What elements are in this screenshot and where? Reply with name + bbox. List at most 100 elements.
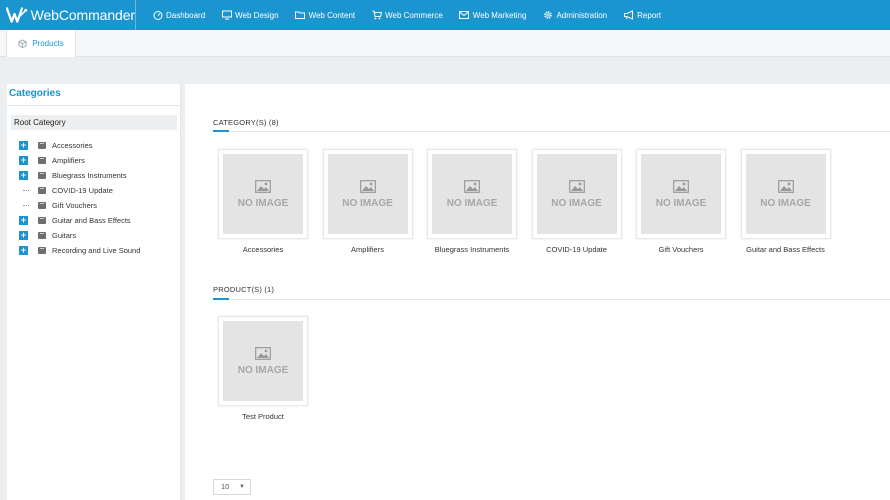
no-image-placeholder: NO IMAGE xyxy=(223,154,303,234)
nav-item-label: Web Content xyxy=(308,10,356,20)
nav-item-web-commerce[interactable]: Web Commerce xyxy=(371,10,443,20)
folder-icon xyxy=(38,217,46,224)
categories-panel: Categories Root Category + Accessories +… xyxy=(7,84,181,500)
nav-item-report[interactable]: Report xyxy=(623,10,661,20)
category-card[interactable]: NO IMAGE COVID-19 Update xyxy=(531,149,622,254)
card-label[interactable]: Bluegrass Instruments xyxy=(435,245,510,254)
expand-icon[interactable]: + xyxy=(19,156,28,165)
tree-item-guitar-and-bass-effects[interactable]: + Guitar and Bass Effects xyxy=(19,213,140,228)
categories-heading: CATEGORY(S) (8) xyxy=(213,118,279,127)
tree-item-label: Bluegrass Instruments xyxy=(52,171,127,180)
no-image-text: NO IMAGE xyxy=(446,197,498,209)
tree-item-label: Guitar and Bass Effects xyxy=(52,216,131,225)
main-content: CATEGORY(S) (8) NO IMAGE Accessories NO … xyxy=(185,84,890,500)
nav-item-administration[interactable]: Administration xyxy=(542,10,607,20)
image-icon xyxy=(777,179,794,193)
tree-item-accessories[interactable]: + Accessories xyxy=(19,138,140,153)
card-thumbnail[interactable]: NO IMAGE xyxy=(531,149,622,239)
image-icon xyxy=(359,179,376,193)
expand-icon[interactable]: + xyxy=(19,231,28,240)
card-label[interactable]: Test Product xyxy=(242,412,284,421)
folder-icon xyxy=(38,187,46,194)
category-card[interactable]: NO IMAGE Bluegrass Instruments xyxy=(427,149,517,254)
folder-icon xyxy=(38,247,46,254)
root-category[interactable]: Root Category xyxy=(11,115,177,130)
nav-item-label: Dashboard xyxy=(166,10,206,20)
mail-icon xyxy=(459,10,470,20)
nav-item-web-marketing[interactable]: Web Marketing xyxy=(459,10,526,20)
nav-item-web-design[interactable]: Web Design xyxy=(221,10,279,20)
category-card[interactable]: NO IMAGE Gift Vouchers xyxy=(636,149,726,254)
card-label[interactable]: Gift Vouchers xyxy=(658,245,703,254)
card-label[interactable]: Accessories xyxy=(243,245,283,254)
image-icon xyxy=(568,179,585,193)
folder-icon xyxy=(38,172,46,179)
tab-label: Products xyxy=(32,39,64,48)
dashboard-icon xyxy=(152,10,163,20)
card-thumbnail[interactable]: NO IMAGE xyxy=(636,149,726,239)
gear-icon xyxy=(542,10,553,20)
card-thumbnail[interactable]: NO IMAGE xyxy=(218,149,308,239)
no-image-text: NO IMAGE xyxy=(655,197,707,209)
expand-icon[interactable]: + xyxy=(19,141,28,150)
tab-strip: Products xyxy=(0,30,890,57)
tree-item-label: Amplifiers xyxy=(52,156,85,165)
category-card[interactable]: NO IMAGE Guitar and Bass Effects xyxy=(740,149,831,254)
no-image-placeholder: NO IMAGE xyxy=(745,154,826,234)
no-image-placeholder: NO IMAGE xyxy=(536,154,617,234)
per-page-select[interactable]: 10 ▼ xyxy=(213,479,251,495)
folder-icon xyxy=(38,142,46,149)
card-thumbnail[interactable]: NO IMAGE xyxy=(740,149,831,239)
webcommander-logo-icon xyxy=(6,7,28,23)
tree-connector xyxy=(19,186,29,195)
no-image-placeholder: NO IMAGE xyxy=(641,154,721,234)
tree-item-label: COVID-19 Update xyxy=(52,186,113,195)
expand-icon[interactable]: + xyxy=(19,246,28,255)
category-card[interactable]: NO IMAGE Amplifiers xyxy=(322,149,413,254)
tree-item-bluegrass-instruments[interactable]: + Bluegrass Instruments xyxy=(19,168,140,183)
category-card[interactable]: NO IMAGE Accessories xyxy=(218,149,308,254)
image-icon xyxy=(673,179,689,193)
card-thumbnail[interactable]: NO IMAGE xyxy=(218,316,308,406)
top-navigation: WebCommander Dashboard Web Design Web Co… xyxy=(0,0,890,30)
folder-icon xyxy=(295,10,306,20)
no-image-text: NO IMAGE xyxy=(237,197,289,209)
box-icon xyxy=(18,39,27,48)
app-logo[interactable]: WebCommander xyxy=(0,0,136,30)
no-image-placeholder: NO IMAGE xyxy=(432,154,512,234)
card-label[interactable]: Guitar and Bass Effects xyxy=(746,245,825,254)
tree-item-guitars[interactable]: + Guitars xyxy=(19,228,140,243)
divider xyxy=(213,131,890,132)
product-card[interactable]: NO IMAGE Test Product xyxy=(218,316,308,421)
tab-products[interactable]: Products xyxy=(6,30,76,57)
tree-item-label: Guitars xyxy=(52,231,77,240)
tree-connector xyxy=(19,201,29,210)
megaphone-icon xyxy=(623,10,634,20)
card-label[interactable]: Amplifiers xyxy=(351,245,384,254)
product-card-grid: NO IMAGE Test Product xyxy=(218,316,323,421)
expand-icon[interactable]: + xyxy=(19,216,28,225)
folder-icon xyxy=(38,157,46,164)
monitor-icon xyxy=(221,10,232,20)
tree-item-gift-vouchers[interactable]: Gift Vouchers xyxy=(19,198,140,213)
category-card-grid: NO IMAGE Accessories NO IMAGE Amplifiers… xyxy=(218,149,845,254)
tree-item-amplifiers[interactable]: + Amplifiers xyxy=(19,153,140,168)
nav-item-web-content[interactable]: Web Content xyxy=(295,10,356,20)
chevron-down-icon: ▼ xyxy=(239,484,245,490)
no-image-text: NO IMAGE xyxy=(237,364,289,376)
card-thumbnail[interactable]: NO IMAGE xyxy=(427,149,517,239)
expand-icon[interactable]: + xyxy=(19,171,28,180)
image-icon xyxy=(464,179,480,193)
section-accent xyxy=(213,130,229,132)
no-image-text: NO IMAGE xyxy=(342,197,393,209)
nav-item-label: Web Design xyxy=(235,10,279,20)
products-heading: PRODUCT(S) (1) xyxy=(213,285,275,294)
nav-item-label: Web Commerce xyxy=(385,10,443,20)
tree-item-recording-and-live-sound[interactable]: + Recording and Live Sound xyxy=(19,243,140,258)
nav-item-dashboard[interactable]: Dashboard xyxy=(152,10,205,20)
no-image-placeholder: NO IMAGE xyxy=(223,321,303,401)
tree-item-covid-19-update[interactable]: COVID-19 Update xyxy=(19,183,140,198)
cart-icon xyxy=(371,10,382,20)
card-label[interactable]: COVID-19 Update xyxy=(546,245,607,254)
card-thumbnail[interactable]: NO IMAGE xyxy=(322,149,413,239)
